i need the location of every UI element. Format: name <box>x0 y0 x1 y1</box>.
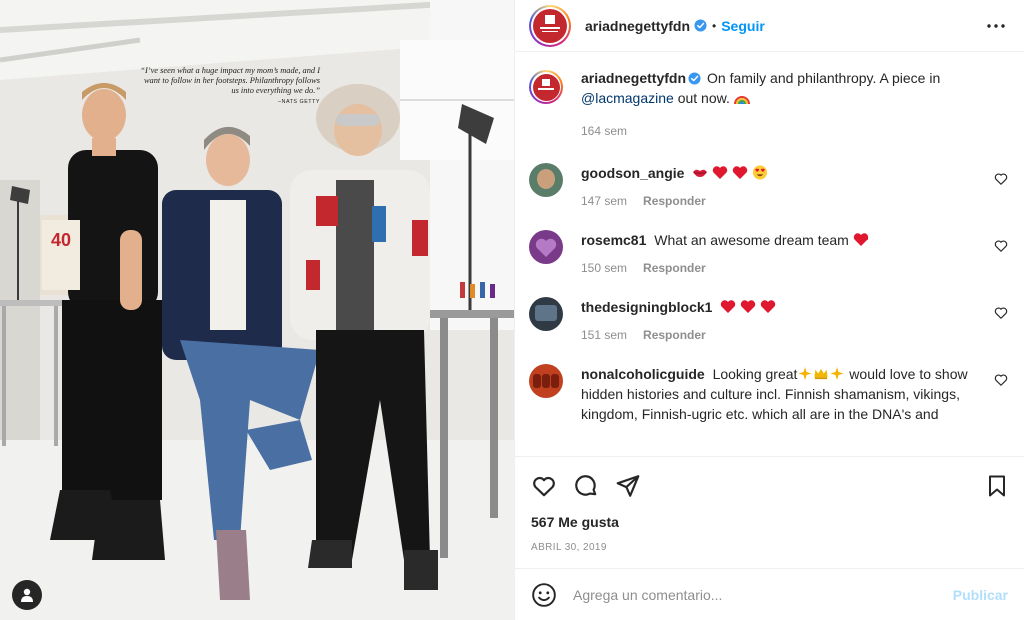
tagged-users-button[interactable] <box>12 580 42 610</box>
save-button[interactable] <box>984 473 1010 499</box>
caption-age[interactable]: 164 sem <box>581 124 627 138</box>
post-photo[interactable]: 40 “I’ve seen what a huge impact my mom’… <box>0 0 514 620</box>
comment-age[interactable]: 147 sem <box>581 194 627 208</box>
kiss-lips-emoji-icon <box>693 169 708 177</box>
comments-list[interactable]: ariadnegettyfdn On family and philanthrop… <box>515 52 1024 456</box>
reply-button[interactable]: Responder <box>643 328 706 342</box>
svg-text:40: 40 <box>51 230 71 250</box>
comment-button[interactable] <box>573 473 599 499</box>
commenter-username[interactable]: goodson_angie <box>581 165 684 181</box>
crown-emoji-icon <box>814 368 828 380</box>
paper-plane-icon <box>616 474 640 497</box>
caption-mention-link[interactable]: @lacmagazine <box>581 90 674 106</box>
caption-username[interactable]: ariadnegettyfdn <box>581 70 686 86</box>
commenter-avatar[interactable] <box>529 163 563 197</box>
growing-heart-emoji-icon <box>853 233 868 246</box>
commenter-avatar[interactable] <box>529 364 563 398</box>
caption-avatar[interactable] <box>529 70 563 104</box>
comment-item: nonalcoholicguide Looking great would lo… <box>529 364 1008 424</box>
publish-button[interactable]: Publicar <box>953 587 1008 603</box>
more-dots-icon <box>987 23 1005 28</box>
add-comment-bar: Publicar <box>515 568 1024 620</box>
commenter-avatar[interactable] <box>529 297 563 331</box>
comment-age[interactable]: 150 sem <box>581 261 627 275</box>
commenter-username[interactable]: thedesigningblock1 <box>581 299 712 315</box>
comment-bubble-icon <box>575 474 597 496</box>
bookmark-icon <box>989 475 1005 496</box>
more-options-button[interactable] <box>984 14 1008 38</box>
reply-button[interactable]: Responder <box>643 261 706 275</box>
reply-button[interactable]: Responder <box>643 194 706 208</box>
comment-item: thedesigningblock1 151 sem Responder <box>529 297 1008 342</box>
heart-eyes-emoji-icon <box>752 165 768 180</box>
like-comment-heart-icon[interactable] <box>994 172 1008 186</box>
photo-quote: “I’ve seen what a huge impact my mom’s m… <box>140 66 320 107</box>
rainbow-emoji-icon <box>733 96 750 105</box>
caption-text-end: out now. <box>677 90 730 106</box>
post-date[interactable]: ABRIL 30, 2019 <box>515 536 1024 568</box>
sparkles-emoji-icon <box>830 366 844 381</box>
comment-item: rosemc81 What an awesome dream team 150 … <box>529 230 1008 275</box>
emoji-picker-icon[interactable] <box>531 582 557 608</box>
photo-quote-text: “I’ve seen what a huge impact my mom’s m… <box>140 66 320 95</box>
user-icon <box>21 588 33 602</box>
author-username[interactable]: ariadnegettyfdn <box>585 18 690 34</box>
like-count[interactable]: 567 Me gusta <box>515 514 1024 536</box>
post-side-panel: ariadnegettyfdn • Seguir ariadnegettyfdn… <box>514 0 1024 620</box>
comment-input[interactable] <box>573 586 953 603</box>
verified-badge-icon <box>694 19 707 32</box>
red-heart-emoji-icon <box>713 166 728 179</box>
follow-button[interactable]: Seguir <box>721 18 765 34</box>
verified-badge-icon <box>688 72 701 85</box>
like-comment-heart-icon[interactable] <box>994 373 1008 387</box>
instagram-post-view: 40 “I’ve seen what a huge impact my mom’… <box>0 0 1024 620</box>
red-heart-emoji-icon <box>741 300 756 313</box>
commenter-username[interactable]: nonalcoholicguide <box>581 366 705 382</box>
commenter-avatar[interactable] <box>529 230 563 264</box>
post-caption: ariadnegettyfdn On family and philanthrop… <box>529 68 1008 138</box>
share-button[interactable] <box>615 473 641 499</box>
post-header: ariadnegettyfdn • Seguir <box>515 0 1024 52</box>
comment-text: Looking great <box>712 366 798 382</box>
like-comment-heart-icon[interactable] <box>994 239 1008 253</box>
post-actions-bar <box>515 456 1024 514</box>
foundation-logo <box>533 8 567 43</box>
caption-text: On family and philanthropy. A piece in <box>707 70 941 86</box>
red-heart-emoji-icon <box>721 300 736 313</box>
red-heart-emoji-icon <box>732 166 748 179</box>
comment-text: What an awesome dream team <box>654 232 849 248</box>
header-separator: • <box>712 18 717 33</box>
comment-age[interactable]: 151 sem <box>581 328 627 342</box>
author-avatar[interactable] <box>529 4 571 47</box>
like-button[interactable] <box>531 473 557 499</box>
commenter-username[interactable]: rosemc81 <box>581 232 646 248</box>
heart-icon <box>533 476 555 496</box>
like-comment-heart-icon[interactable] <box>994 306 1008 320</box>
photo-quote-attribution: –NATS GETTY <box>278 99 320 105</box>
comment-item: goodson_angie 147 sem Responder <box>529 163 1008 208</box>
red-heart-emoji-icon <box>760 300 776 313</box>
sparkles-emoji-icon <box>798 366 812 381</box>
foundation-logo <box>532 73 560 101</box>
